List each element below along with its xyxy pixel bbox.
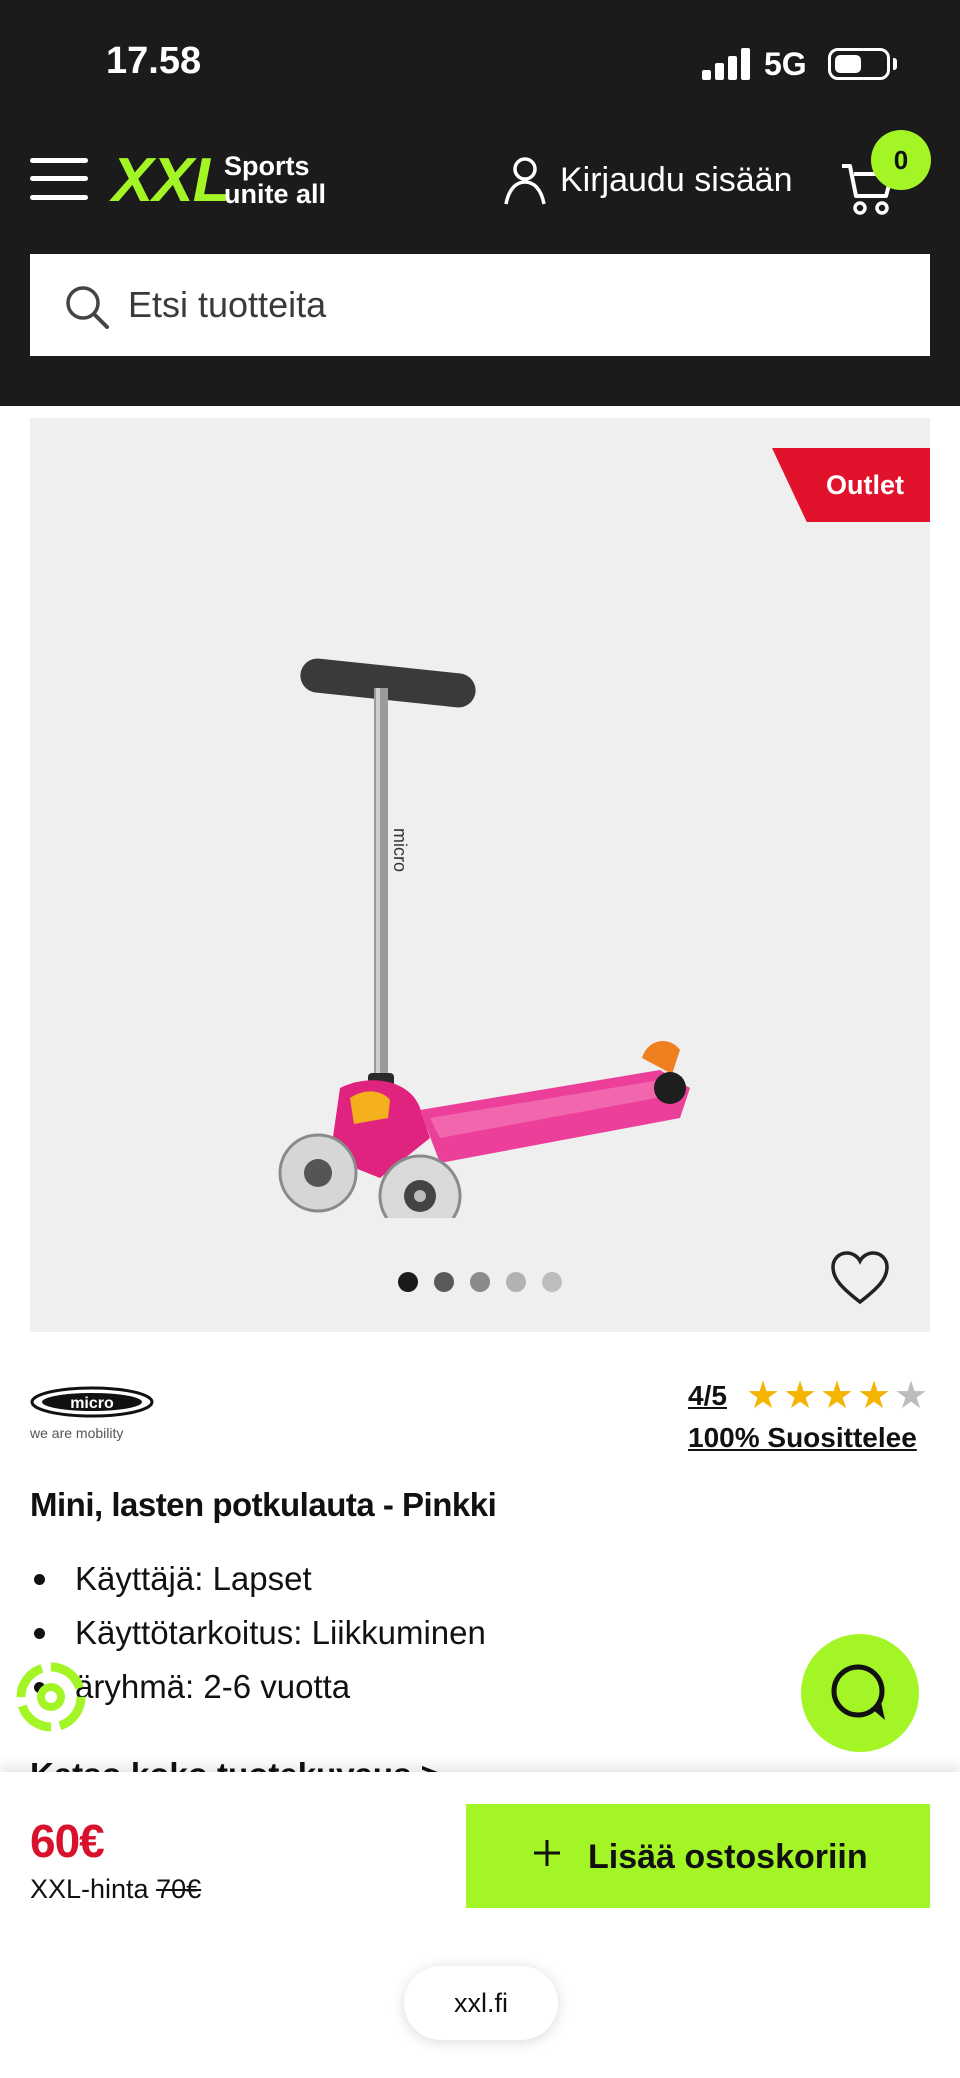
old-price: 70€ [156,1874,202,1904]
star-empty-icon: ★ [894,1375,929,1417]
outlet-badge: Outlet [772,448,930,522]
user-icon[interactable] [503,156,547,206]
carousel-dot[interactable] [542,1272,562,1292]
scooter-image: micro [278,658,690,1218]
carousel-dot[interactable] [506,1272,526,1292]
rating-value[interactable]: 4/5 [688,1380,727,1412]
favorite-heart-icon[interactable] [830,1250,890,1306]
search-icon [66,286,109,329]
carousel-dot[interactable] [398,1272,418,1292]
menu-icon[interactable] [30,158,88,200]
star-filled-icon: ★ [746,1375,781,1417]
svg-text:we are mobility: we are mobility [30,1425,123,1441]
product-image-carousel[interactable]: Outlet micro [30,418,930,1332]
recommend-link[interactable]: 100% Suosittelee [688,1422,917,1454]
logo-tagline: Sports unite all [224,151,327,209]
login-link[interactable]: Kirjaudu sisään [560,161,792,200]
star-filled-icon: ★ [820,1375,855,1417]
chat-icon [831,1664,885,1720]
signal-icon [702,48,750,80]
carousel-dot[interactable] [434,1272,454,1292]
svg-text:micro: micro [390,828,410,872]
current-price: 60€ [30,1815,105,1867]
status-time: 17.58 [106,40,202,82]
svg-text:micro: micro [70,1395,114,1412]
network-type: 5G [764,46,807,82]
brand-logo[interactable]: micro we are mobility [30,1384,154,1444]
search-bar[interactable] [30,254,930,356]
add-to-cart-label: Lisää ostoskoriin [588,1838,868,1876]
url-pill[interactable]: xxl.fi [404,1966,558,2040]
star-filled-icon: ★ [783,1375,818,1417]
xxl-logo[interactable]: XXL [112,145,231,216]
battery-icon [828,48,890,80]
plus-icon [534,1840,560,1866]
star-filled-icon: ★ [857,1375,892,1417]
xxl-price: XXL-hinta 70€ [30,1874,202,1904]
purchase-bar: 60€ XXL-hinta 70€ Lisää ostoskoriin [0,1772,960,1934]
add-to-cart-button[interactable]: Lisää ostoskoriin [466,1804,930,1908]
eco-badge-icon[interactable] [16,1662,86,1732]
search-input[interactable] [128,254,908,356]
product-title: Mini, lasten potkulauta - Pinkki [30,1486,497,1523]
chat-button[interactable] [801,1634,919,1752]
site-header: 17.58 5G XXL Sports unite all Kirjaudu s… [0,0,960,406]
cart-count-badge[interactable]: 0 [871,130,931,190]
carousel-dot[interactable] [470,1272,490,1292]
browser-bar: xxl.fi [0,1934,960,2078]
